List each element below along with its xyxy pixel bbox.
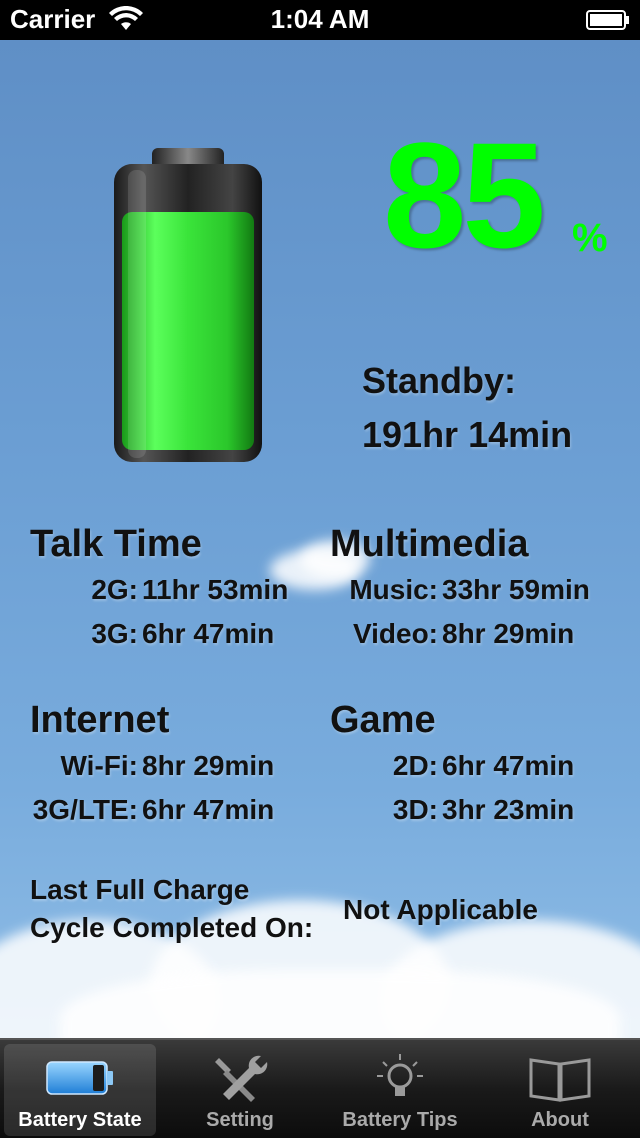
battery-percent-value: 85: [383, 111, 546, 279]
battery-level-icon: [114, 148, 262, 462]
last-charge-value: Not Applicable: [343, 894, 538, 925]
internet-title: Internet: [30, 699, 170, 741]
game-3d-label: 3D:: [392, 794, 438, 825]
status-time: 1:04 AM: [270, 4, 370, 34]
tab-bar: Battery State Setting Battery Tips About: [0, 1038, 640, 1138]
music-label: Music:: [349, 574, 438, 605]
tab-setting[interactable]: Setting: [164, 1044, 316, 1136]
talk-2g-label: 2G:: [91, 574, 138, 605]
last-charge-label-line1: Last Full Charge: [30, 874, 250, 905]
game-2d-label: 2D:: [392, 750, 438, 781]
talk-2g-value: 11hr 53min: [142, 574, 289, 605]
tab-label: Battery State: [18, 1109, 142, 1131]
video-value: 8hr 29min: [442, 618, 575, 649]
last-charge-label-line2: Cycle Completed On:: [30, 912, 314, 943]
talk-3g-label: 3G:: [91, 618, 138, 649]
tab-battery-state[interactable]: Battery State: [4, 1044, 156, 1136]
standby-value: 191hr 14min: [362, 414, 573, 455]
tab-about[interactable]: About: [484, 1044, 636, 1136]
game-3d-value: 3hr 23min: [442, 794, 575, 825]
tools-icon: [215, 1055, 268, 1102]
wifi-label: Wi-Fi:: [60, 750, 139, 781]
status-bar: Carrier 1:04 AM: [0, 0, 640, 40]
tab-label: About: [531, 1109, 589, 1131]
talk-3g-value: 6hr 47min: [142, 618, 275, 649]
cloud-decoration: [60, 970, 620, 1038]
talk-time-title: Talk Time: [30, 523, 202, 565]
status-battery-icon: [586, 10, 629, 30]
book-icon: [529, 1058, 591, 1102]
wifi-value: 8hr 29min: [142, 750, 275, 781]
lightbulb-icon: [377, 1054, 423, 1096]
tab-label: Setting: [206, 1109, 274, 1131]
multimedia-title: Multimedia: [330, 523, 529, 565]
game-title: Game: [330, 699, 436, 741]
tab-battery-tips[interactable]: Battery Tips: [324, 1044, 476, 1136]
battery-state-screen: 85 % Standby: 191hr 14min Talk Time 2G: …: [0, 40, 640, 1038]
lte-value: 6hr 47min: [142, 794, 275, 825]
percent-sign: %: [572, 216, 608, 260]
tab-label: Battery Tips: [342, 1109, 458, 1131]
music-value: 33hr 59min: [442, 574, 590, 605]
standby-label: Standby:: [362, 360, 517, 401]
video-label: Video:: [352, 618, 438, 649]
game-2d-value: 6hr 47min: [442, 750, 575, 781]
battery-icon: [46, 1061, 113, 1095]
lte-label: 3G/LTE:: [32, 794, 138, 825]
